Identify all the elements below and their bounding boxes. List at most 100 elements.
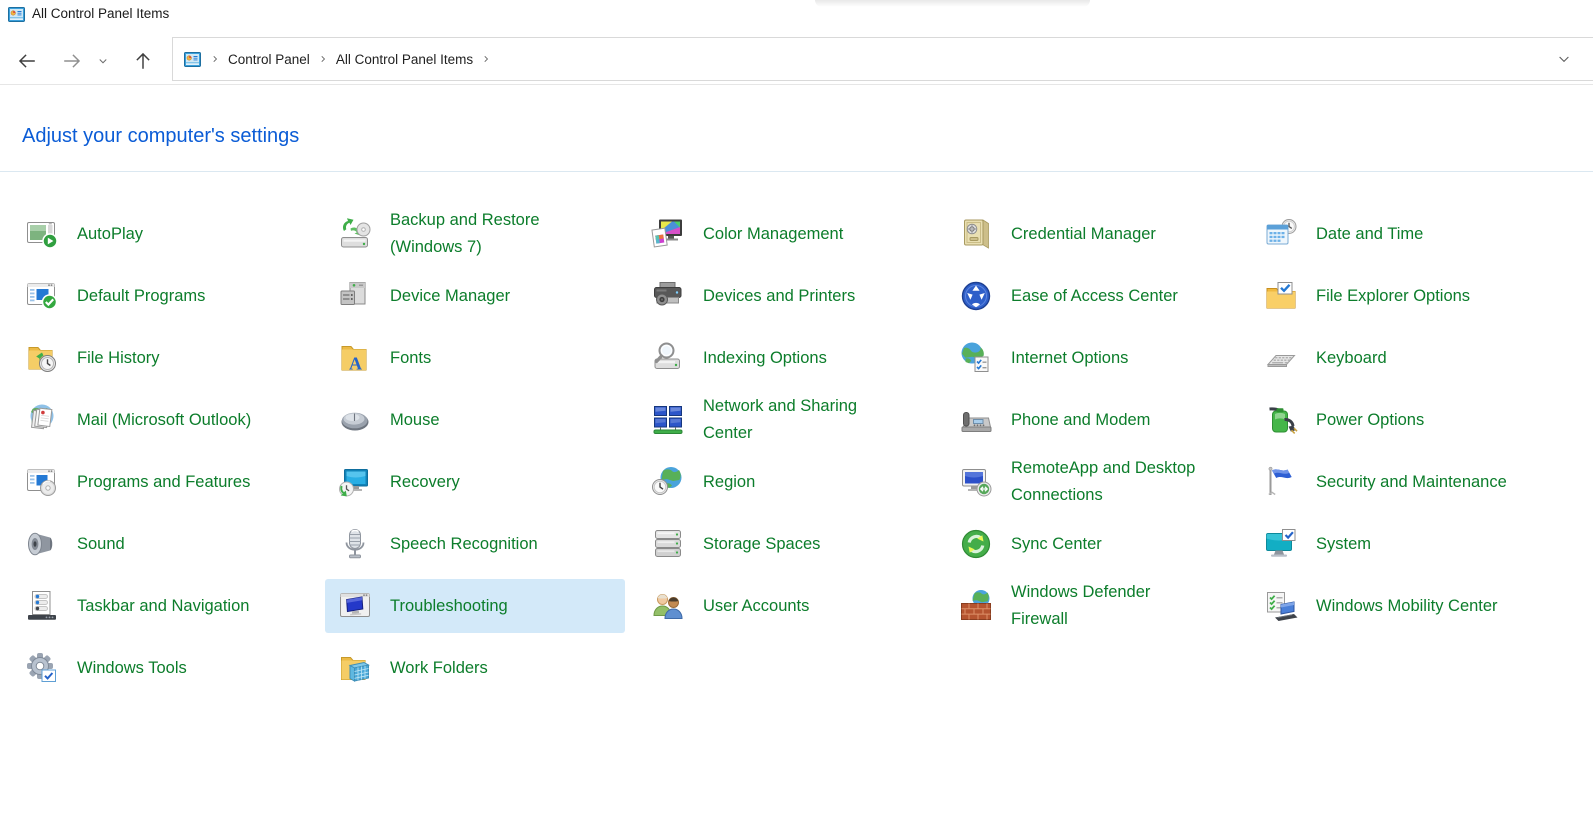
control-panel-item-ease-of-access[interactable]: Ease of Access Center [946, 269, 1246, 323]
control-panel-item-indexing-options[interactable]: Indexing Options [638, 331, 938, 385]
control-panel-item-work-folders[interactable]: Work Folders [325, 641, 625, 695]
item-label: Storage Spaces [703, 531, 820, 558]
chevron-down-icon [1557, 52, 1571, 66]
item-label: RemoteApp and Desktop Connections [1011, 455, 1195, 509]
control-panel-item-backup-restore[interactable]: Backup and Restore (Windows 7) [325, 207, 625, 261]
control-panel-item-keyboard[interactable]: Keyboard [1251, 331, 1551, 385]
control-panel-item-network-sharing[interactable]: Network and Sharing Center [638, 393, 938, 447]
control-panel-location-icon [184, 52, 201, 67]
devices-printers-icon [650, 278, 686, 314]
svg-text:A: A [349, 354, 362, 374]
file-history-icon [24, 340, 60, 376]
control-panel-item-fonts[interactable]: AFonts [325, 331, 625, 385]
system-icon [1263, 526, 1299, 562]
credential-manager-icon [958, 216, 994, 252]
phone-modem-icon [958, 402, 994, 438]
item-label: Device Manager [390, 283, 510, 310]
address-dropdown-button[interactable] [1551, 46, 1577, 72]
windows-mobility-center-icon [1263, 588, 1299, 624]
item-label: Work Folders [390, 655, 488, 682]
programs-features-icon [24, 464, 60, 500]
ease-of-access-icon [958, 278, 994, 314]
breadcrumb-control-panel[interactable]: Control Panel [225, 52, 313, 67]
control-panel-item-credential-manager[interactable]: Credential Manager [946, 207, 1246, 261]
control-panel-item-user-accounts[interactable]: User Accounts [638, 579, 938, 633]
item-label: User Accounts [703, 593, 809, 620]
control-panel-app-icon [8, 7, 25, 22]
item-label: Sound [77, 531, 125, 558]
breadcrumb-all-control-panel-items[interactable]: All Control Panel Items [333, 52, 476, 67]
control-panel-item-internet-options[interactable]: Internet Options [946, 331, 1246, 385]
control-panel-item-windows-tools[interactable]: Windows Tools [12, 641, 312, 695]
heading-divider [0, 171, 1593, 172]
troubleshooting-icon [337, 588, 373, 624]
breadcrumb-chevron-icon[interactable] [478, 51, 494, 67]
control-panel-item-device-manager[interactable]: Device Manager [325, 269, 625, 323]
control-panel-item-taskbar-navigation[interactable]: Taskbar and Navigation [12, 579, 312, 633]
item-label: AutoPlay [77, 221, 143, 248]
item-label: Windows Tools [77, 655, 187, 682]
up-button[interactable] [126, 44, 160, 78]
fonts-icon: A [337, 340, 373, 376]
mail-icon [24, 402, 60, 438]
control-panel-item-power-options[interactable]: Power Options [1251, 393, 1551, 447]
control-panel-item-mouse[interactable]: Mouse [325, 393, 625, 447]
internet-options-icon [958, 340, 994, 376]
control-panel-item-region[interactable]: Region [638, 455, 938, 509]
control-panel-item-recovery[interactable]: Recovery [325, 455, 625, 509]
chevron-down-icon [97, 55, 109, 67]
item-label: Security and Maintenance [1316, 469, 1507, 496]
forward-button[interactable] [55, 44, 89, 78]
item-label: Credential Manager [1011, 221, 1156, 248]
navigation-toolbar: Control Panel All Control Panel Items [0, 37, 1593, 85]
control-panel-item-speech-recognition[interactable]: Speech Recognition [325, 517, 625, 571]
address-bar[interactable]: Control Panel All Control Panel Items [172, 37, 1593, 81]
control-panel-item-remoteapp[interactable]: RemoteApp and Desktop Connections [946, 455, 1246, 509]
speech-recognition-icon [337, 526, 373, 562]
control-panel-item-date-time[interactable]: Date and Time [1251, 207, 1551, 261]
control-panel-item-file-history[interactable]: File History [12, 331, 312, 385]
control-panel-item-sound[interactable]: Sound [12, 517, 312, 571]
control-panel-item-devices-printers[interactable]: Devices and Printers [638, 269, 938, 323]
control-panel-item-autoplay[interactable]: AutoPlay [12, 207, 312, 261]
color-management-icon [650, 216, 686, 252]
control-panel-item-security-maintenance[interactable]: Security and Maintenance [1251, 455, 1551, 509]
item-label: File Explorer Options [1316, 283, 1470, 310]
arrow-left-icon [16, 50, 38, 72]
control-panel-item-phone-modem[interactable]: Phone and Modem [946, 393, 1246, 447]
item-label: Programs and Features [77, 469, 250, 496]
control-panel-item-troubleshooting[interactable]: Troubleshooting [325, 579, 625, 633]
control-panel-item-file-explorer-options[interactable]: File Explorer Options [1251, 269, 1551, 323]
control-panel-item-storage-spaces[interactable]: Storage Spaces [638, 517, 938, 571]
item-label: Internet Options [1011, 345, 1128, 372]
control-panel-item-sync-center[interactable]: Sync Center [946, 517, 1246, 571]
network-sharing-icon [650, 402, 686, 438]
control-panel-item-color-management[interactable]: Color Management [638, 207, 938, 261]
recent-locations-dropdown-button[interactable] [92, 44, 114, 78]
date-time-icon [1263, 216, 1299, 252]
user-accounts-icon [650, 588, 686, 624]
item-label: Phone and Modem [1011, 407, 1150, 434]
item-label: Network and Sharing Center [703, 393, 857, 447]
item-label: Recovery [390, 469, 460, 496]
control-panel-item-default-programs[interactable]: Default Programs [12, 269, 312, 323]
breadcrumb-chevron-icon[interactable] [315, 51, 331, 67]
breadcrumb-chevron-icon[interactable] [207, 51, 223, 67]
sound-icon [24, 526, 60, 562]
control-panel-item-mail[interactable]: Mail (Microsoft Outlook) [12, 393, 312, 447]
control-panel-grid: AutoPlay Backup and Restore (Windows 7) Co… [0, 203, 1593, 699]
window-snap-shadow-artifact [815, 0, 1090, 7]
control-panel-item-system[interactable]: System [1251, 517, 1551, 571]
windows-defender-firewall-icon [958, 588, 994, 624]
item-label: Sync Center [1011, 531, 1102, 558]
control-panel-item-windows-defender-firewall[interactable]: Windows Defender Firewall [946, 579, 1246, 633]
control-panel-item-programs-features[interactable]: Programs and Features [12, 455, 312, 509]
item-label: Windows Defender Firewall [1011, 579, 1150, 633]
page-title: Adjust your computer's settings [22, 122, 1593, 150]
item-label: Devices and Printers [703, 283, 855, 310]
control-panel-item-windows-mobility-center[interactable]: Windows Mobility Center [1251, 579, 1551, 633]
back-button[interactable] [10, 44, 44, 78]
windows-tools-icon [24, 650, 60, 686]
item-label: Color Management [703, 221, 843, 248]
item-label: System [1316, 531, 1371, 558]
